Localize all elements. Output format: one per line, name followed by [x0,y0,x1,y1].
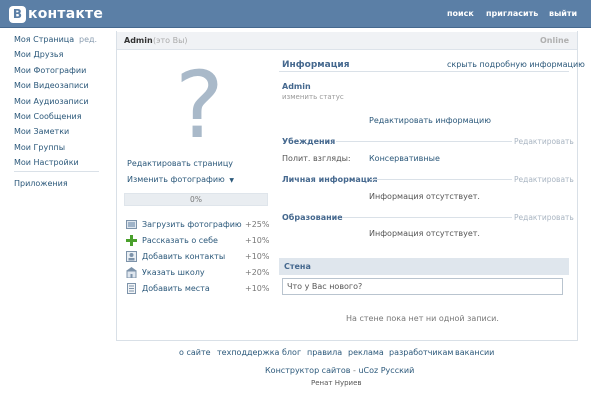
section-education-edit[interactable]: Редактировать [514,213,574,222]
sidebar-item-settings[interactable]: Мои Настройки [14,158,79,167]
hide-info-link[interactable]: скрыть подробную информацию [447,60,585,69]
footer-credits: Конструктор сайтов - uCoz Русский [265,366,414,375]
logo-text: контакте [28,6,104,22]
section-beliefs-line [336,141,512,142]
wall-title: Стена [284,262,311,271]
nav-search[interactable]: поиск [447,9,474,18]
nav-logout[interactable]: выйти [549,9,577,18]
task-upload-photo[interactable]: Загрузить фотографию [142,220,242,229]
sidebar-item-groups[interactable]: Мои Группы [14,143,65,152]
task-add-places[interactable]: Добавить места [142,284,210,293]
footer-link-developers[interactable]: разработчикам [389,348,453,357]
task-add-places-bonus: +10% [245,284,270,293]
sidebar-item-friends[interactable]: Мои Друзья [14,50,63,59]
section-personal-title: Личная информация [282,175,378,184]
photo-icon [126,219,137,230]
section-personal-empty: Информация отсутствует. [369,192,480,201]
change-photo-label: Изменить фотографию [127,175,225,184]
section-education-empty: Информация отсутствует. [369,229,480,238]
footer-link-ads[interactable]: реклама [348,348,384,357]
change-photo-link[interactable]: Изменить фотографию ▼ [127,175,234,184]
online-status: Online [540,36,570,45]
sidebar-item-notes[interactable]: Мои Заметки [14,127,69,136]
info-divider [279,71,569,72]
sidebar-item-audio[interactable]: Мои Аудиозаписи [14,97,89,106]
school-icon [126,267,137,279]
task-add-contacts[interactable]: Добавить контакты [142,252,225,261]
task-specify-school[interactable]: Указать школу [142,268,205,277]
vk-logo[interactable]: В контакте [9,4,103,24]
wall-header [279,258,569,275]
politics-value[interactable]: Консервативные [369,154,440,163]
footer-link-about[interactable]: о сайте [179,348,211,357]
section-education-line [342,217,512,218]
sidebar-edit-link[interactable]: ред. [79,35,97,44]
edit-info-link[interactable]: Редактировать информацию [369,116,491,125]
info-user-name: Admin [282,82,311,91]
change-status-link[interactable]: изменить статус [282,93,344,101]
wall-empty-text: На стене пока нет ни одной записи. [346,314,499,323]
footer-ucoz-link[interactable]: uCoz [358,366,378,375]
task-about-self[interactable]: Рассказать о себе [142,236,218,245]
section-beliefs-title: Убеждения [282,137,336,146]
nav-invite[interactable]: пригласить [486,9,538,18]
task-upload-photo-bonus: +25% [245,220,270,229]
footer-link-rules[interactable]: правила [307,348,342,357]
logo-letter: В [9,5,26,23]
politics-label: Полит. взгляды: [282,154,351,163]
avatar-placeholder[interactable]: ? [175,60,224,152]
footer-link-support[interactable]: техподдержка [217,348,279,357]
footer-language-link[interactable]: Русский [381,366,415,375]
section-personal-line [370,179,512,180]
footer-link-blog[interactable]: блог [282,348,301,357]
profile-progress-label: 0% [190,195,202,204]
plus-icon [126,235,137,246]
sidebar-item-photos[interactable]: Мои Фотографии [14,66,86,75]
sidebar-item-videos[interactable]: Мои Видеозаписи [14,81,89,90]
task-about-self-bonus: +10% [245,236,270,245]
info-title: Информация [282,60,350,70]
chevron-down-icon: ▼ [229,177,234,184]
contacts-icon [126,251,137,262]
section-education-title: Образование [282,213,343,222]
profile-you-label: (это Вы) [153,36,188,45]
footer-credit-separator: - [353,366,356,375]
sidebar-divider [14,171,99,172]
footer-site-builder-link[interactable]: Конструктор сайтов [265,366,350,375]
profile-name: Admin [124,36,153,45]
sidebar-item-apps[interactable]: Приложения [14,179,68,188]
task-specify-school-bonus: +20% [245,268,270,277]
sidebar-item-my-page[interactable]: Моя Страница [14,35,74,44]
footer-author: Ренат Нуриев [311,379,362,387]
task-add-contacts-bonus: +10% [245,252,270,261]
sidebar-item-messages[interactable]: Мои Сообщения [14,112,82,121]
places-icon [126,283,137,294]
footer-link-jobs[interactable]: вакансии [455,348,494,357]
section-beliefs-edit[interactable]: Редактировать [514,137,574,146]
section-personal-edit[interactable]: Редактировать [514,175,574,184]
wall-post-input[interactable]: Что у Вас нового? [282,278,563,295]
edit-page-link[interactable]: Редактировать страницу [127,159,233,168]
